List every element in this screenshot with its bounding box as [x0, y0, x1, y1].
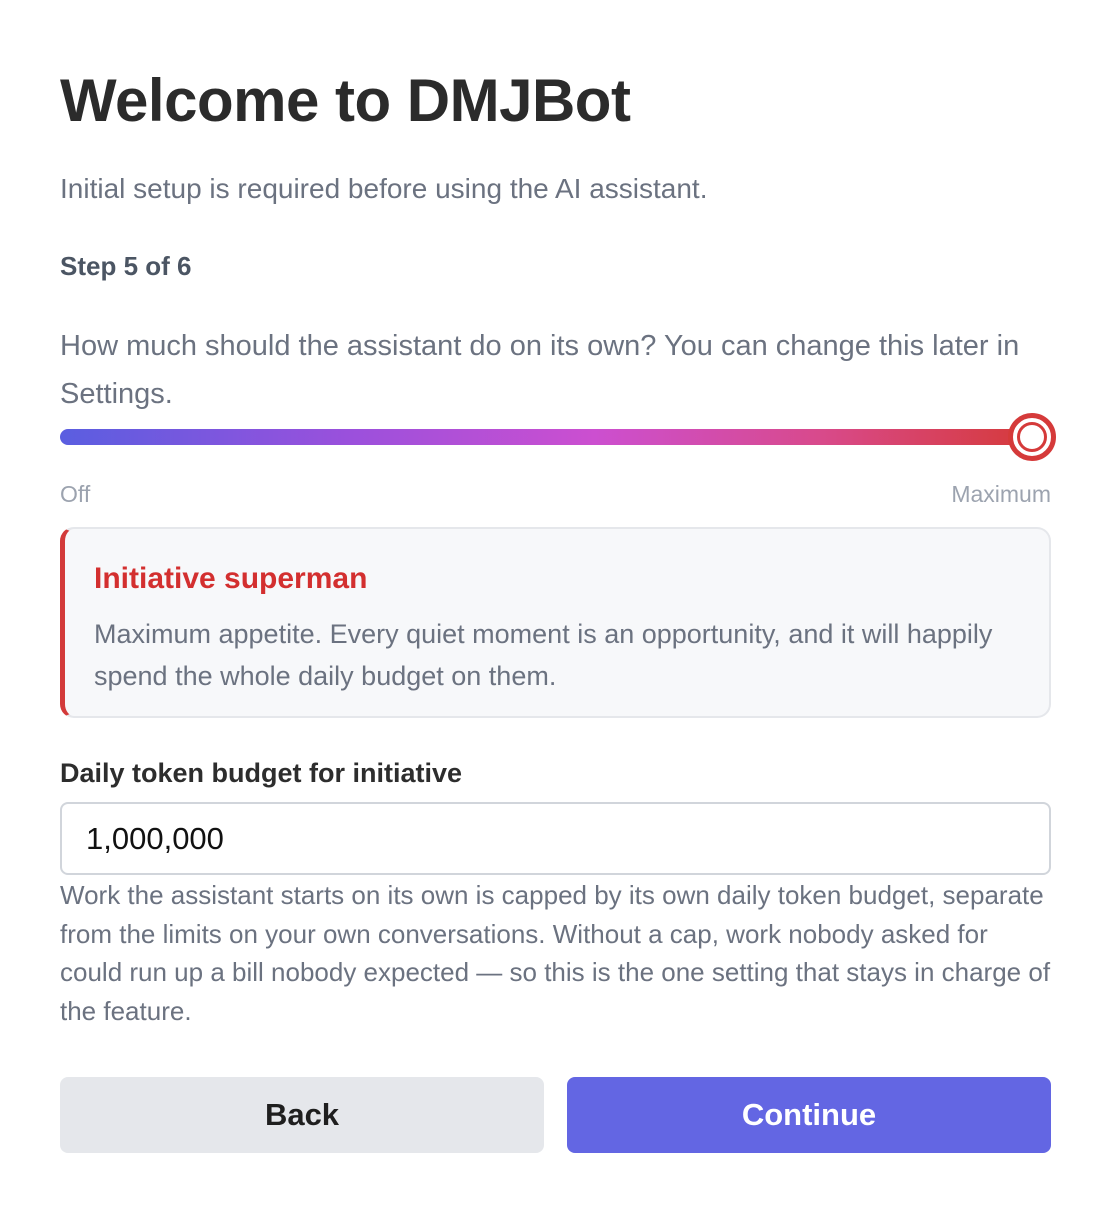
step-indicator: Step 5 of 6	[60, 251, 192, 281]
slider-track[interactable]	[60, 429, 1032, 445]
initiative-level-card: Initiative superman Maximum appetite. Ev…	[60, 527, 1051, 718]
page-subtitle: Initial setup is required before using t…	[60, 173, 708, 204]
page-title: Welcome to DMJBot	[60, 67, 631, 134]
budget-help-text: Work the assistant starts on its own is …	[60, 880, 1051, 1026]
slider-thumb[interactable]	[1008, 413, 1056, 461]
budget-input[interactable]	[60, 802, 1051, 875]
initiative-level-name: Initiative superman	[94, 562, 368, 595]
initiative-level-description: Maximum appetite. Every quiet moment is …	[94, 619, 993, 691]
budget-label: Daily token budget for initiative	[60, 758, 463, 788]
initiative-question: How much should the assistant do on its …	[60, 330, 1020, 410]
back-button[interactable]: Back	[60, 1077, 544, 1153]
initiative-slider[interactable]	[60, 413, 1058, 461]
slider-min-label: Off	[60, 481, 91, 507]
slider-max-label: Maximum	[951, 481, 1051, 507]
continue-button[interactable]: Continue	[567, 1077, 1051, 1153]
